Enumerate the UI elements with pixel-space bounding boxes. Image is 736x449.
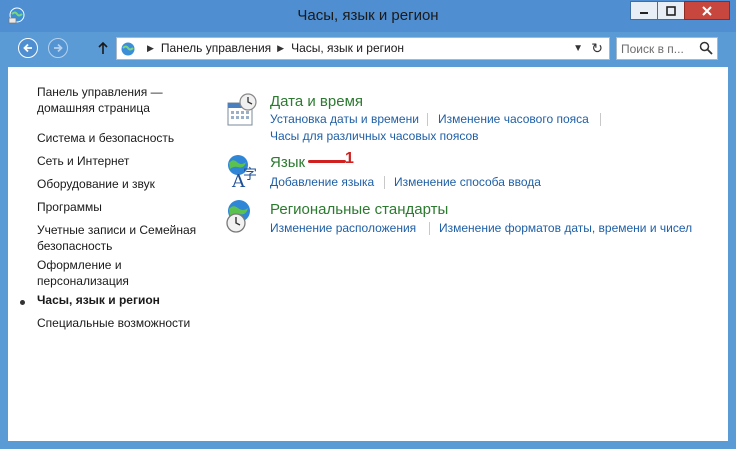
sidebar-item-network-internet[interactable]: Сеть и Интернет	[37, 153, 207, 169]
control-panel-window: Часы, язык и регион ▶ Панель управления …	[0, 0, 736, 449]
back-button[interactable]	[18, 38, 38, 58]
minimize-icon	[640, 11, 648, 14]
maximize-icon	[666, 5, 676, 16]
breadcrumb-path: ▶ Панель управления ▶ Часы, язык и регио…	[141, 41, 404, 55]
link-change-date-time-number-formats[interactable]: Изменение форматов даты, времени и чисел	[439, 221, 692, 235]
sidebar-item-label: безопасность	[37, 239, 113, 253]
title-bar[interactable]: Часы, язык и регион	[0, 0, 736, 32]
category-title-date-time[interactable]: Дата и время	[270, 93, 363, 110]
search-box[interactable]	[616, 37, 718, 60]
breadcrumb-item-clock-language-region[interactable]: Часы, язык и регион	[291, 41, 404, 55]
caption-buttons	[630, 1, 730, 21]
annotation-arrow	[308, 160, 346, 163]
current-item-bullet	[20, 300, 25, 305]
language-globe-icon[interactable]: A 字	[224, 153, 260, 189]
breadcrumb-item-control-panel[interactable]: Панель управления	[161, 41, 271, 55]
link-separator	[600, 113, 601, 126]
sidebar-item-hardware-sound[interactable]: Оборудование и звук	[37, 176, 207, 192]
search-input[interactable]	[621, 40, 695, 57]
control-panel-globe-icon	[121, 42, 135, 56]
forward-arrow-icon	[54, 43, 63, 53]
sidebar-item-programs[interactable]: Программы	[37, 199, 207, 215]
back-arrow-icon	[23, 43, 32, 53]
calendar-clock-icon[interactable]	[224, 93, 260, 129]
link-set-date-time[interactable]: Установка даты и времени	[270, 112, 419, 126]
region-globe-clock-icon[interactable]	[224, 198, 260, 234]
forward-button[interactable]	[48, 38, 68, 58]
refresh-icon[interactable]: ↻	[591, 40, 603, 57]
sidebar-item-label: персонализация	[37, 274, 129, 288]
window-title: Часы, язык и регион	[297, 7, 439, 24]
maximize-button[interactable]	[657, 1, 684, 20]
sidebar-item-label: домашняя страница	[37, 101, 150, 115]
annotation-number: 1	[345, 150, 354, 167]
link-separator	[427, 113, 428, 126]
minimize-button[interactable]	[630, 1, 657, 20]
sidebar-item-label: Панель управления —	[37, 85, 163, 99]
link-separator	[429, 222, 430, 235]
link-clocks-different-zones[interactable]: Часы для различных часовых поясов	[270, 129, 479, 143]
sidebar-item-ease-of-access[interactable]: Специальные возможности	[37, 315, 207, 331]
sidebar-item-user-accounts[interactable]: Учетные записи и Семейная безопасность	[37, 222, 207, 254]
sidebar-item-appearance[interactable]: Оформление и персонализация	[37, 257, 207, 289]
up-arrow-icon	[98, 41, 108, 54]
category-title-language[interactable]: Язык	[270, 154, 305, 171]
up-button[interactable]	[94, 38, 112, 58]
link-separator	[384, 176, 385, 189]
breadcrumb-chevron-icon: ▶	[277, 42, 285, 53]
breadcrumb-chevron-icon: ▶	[147, 42, 154, 53]
svg-text:字: 字	[243, 167, 257, 183]
close-icon	[702, 5, 712, 16]
link-add-language[interactable]: Добавление языка	[270, 175, 374, 189]
category-title-region[interactable]: Региональные стандарты	[270, 201, 448, 218]
sidebar-item-control-panel-home[interactable]: Панель управления — домашняя страница	[37, 84, 207, 116]
history-dropdown-icon[interactable]: ▼	[573, 43, 583, 54]
address-bar: ▶ Панель управления ▶ Часы, язык и регио…	[0, 32, 736, 67]
sidebar-item-label: Учетные записи и Семейная	[37, 223, 197, 237]
link-change-location[interactable]: Изменение расположения	[270, 221, 416, 235]
link-change-input-method[interactable]: Изменение способа ввода	[394, 175, 541, 189]
close-button[interactable]	[684, 1, 730, 20]
sidebar-item-system-security[interactable]: Система и безопасность	[37, 130, 207, 146]
breadcrumb[interactable]: ▶ Панель управления ▶ Часы, язык и регио…	[116, 37, 610, 60]
sidebar-item-label: Оформление и	[37, 258, 122, 272]
sidebar-item-clock-language-region: Часы, язык и регион	[37, 293, 160, 307]
content-area: Панель управления — домашняя страница Си…	[8, 67, 728, 441]
search-icon[interactable]	[699, 41, 713, 55]
link-change-time-zone[interactable]: Изменение часового пояса	[438, 112, 589, 126]
